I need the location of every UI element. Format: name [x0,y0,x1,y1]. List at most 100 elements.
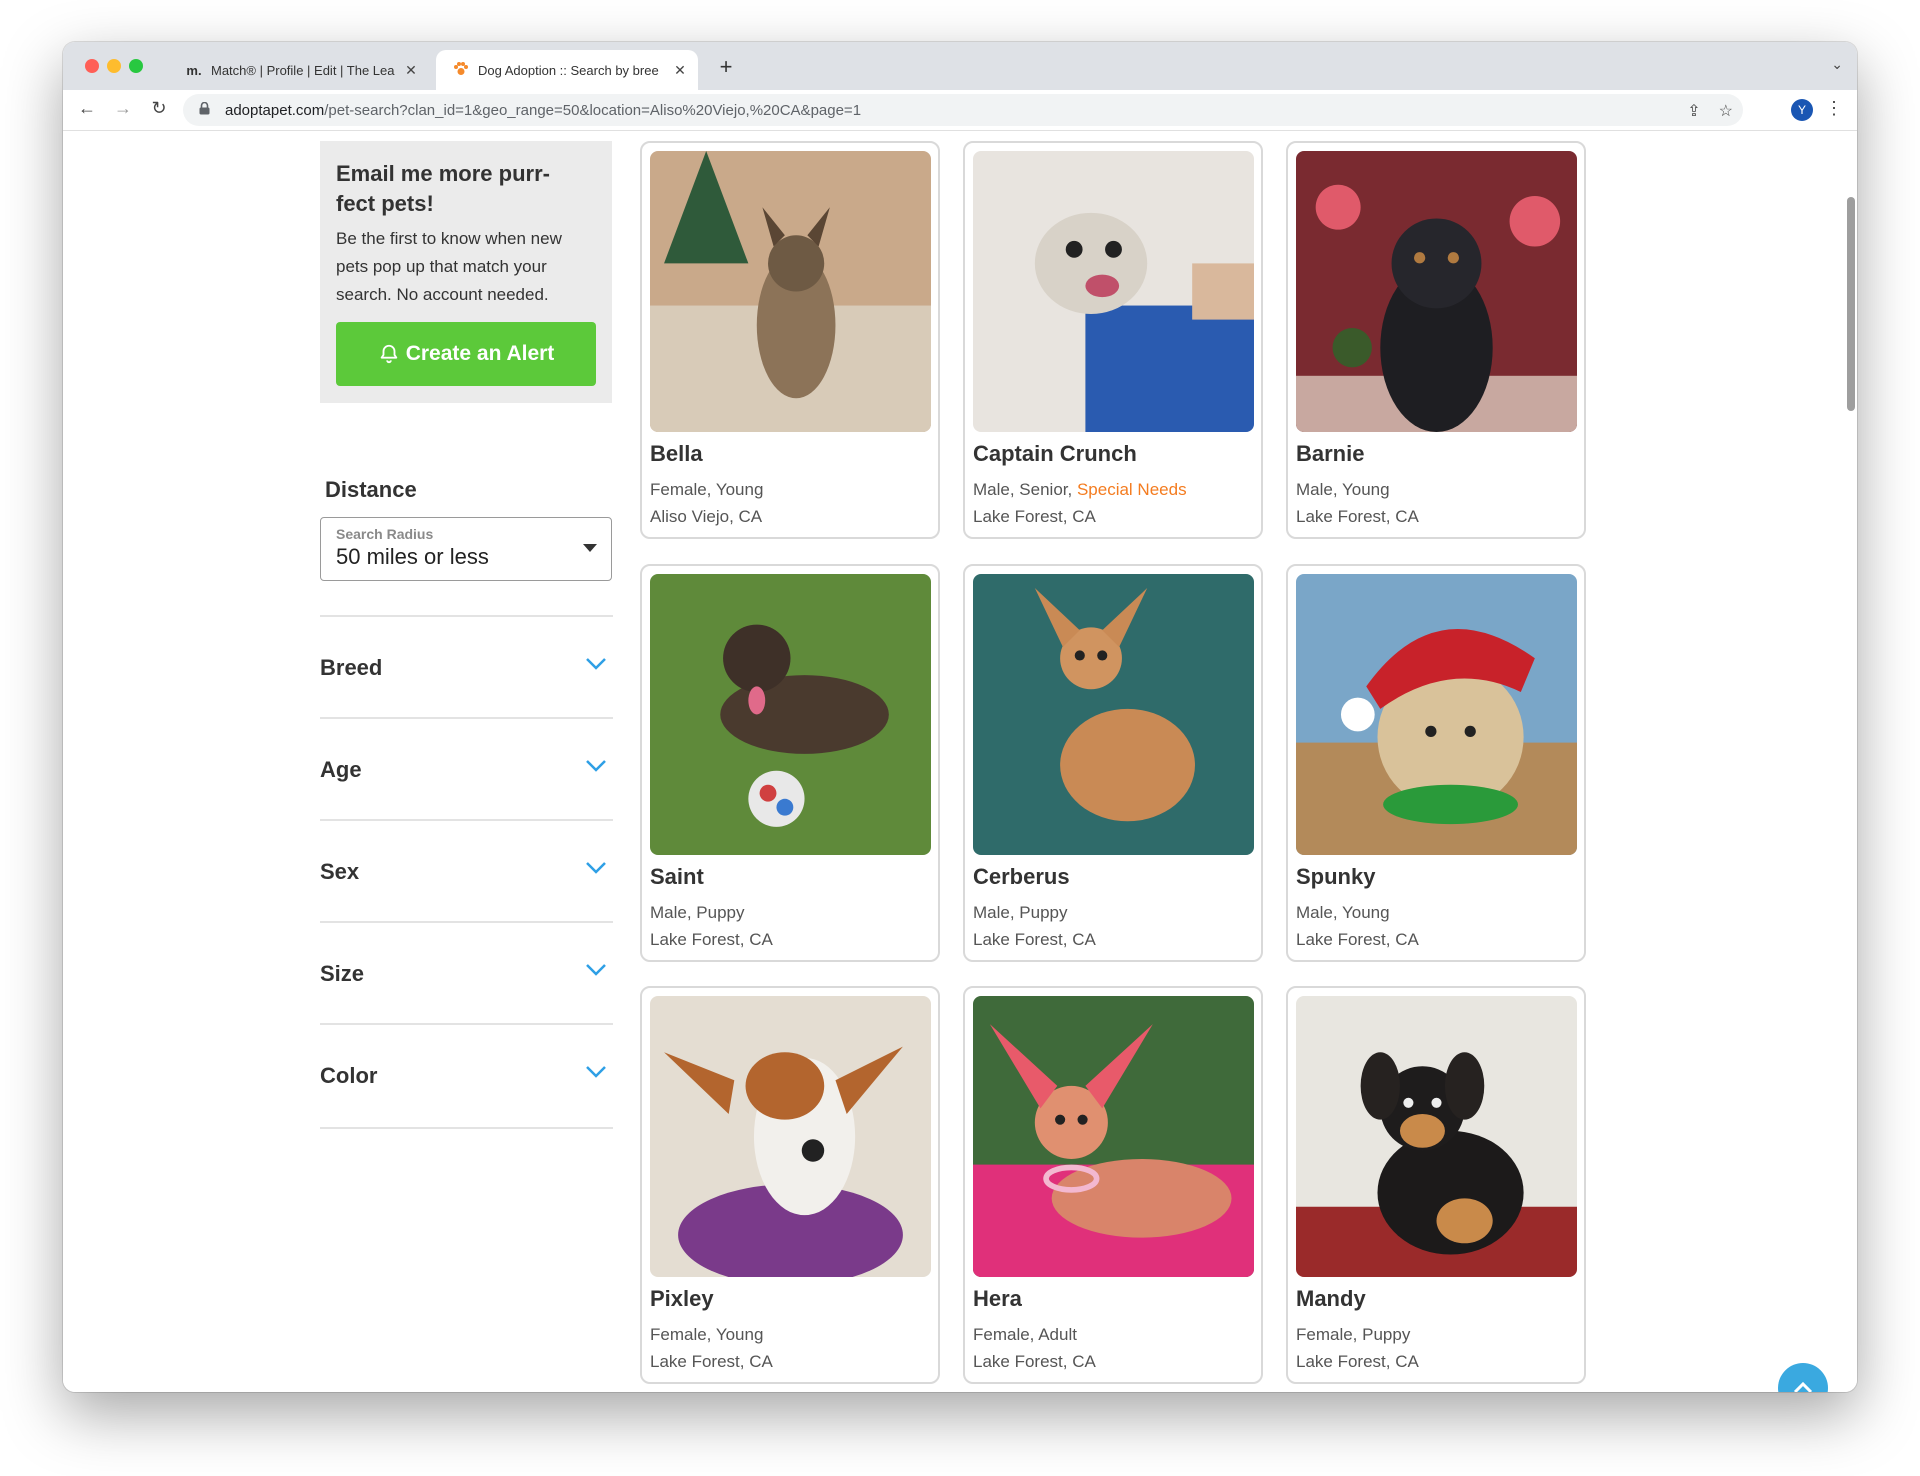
chevron-up-icon [1793,1382,1813,1392]
alert-description: Be the first to know when new pets pop u… [336,229,562,304]
tab-title: Dog Adoption :: Search by bree [478,62,659,78]
filter-label: Sex [320,859,360,884]
pet-attributes: Male, Senior, [973,480,1077,499]
pet-location: Lake Forest, CA [650,1352,773,1371]
tab-match-profile[interactable]: m. Match® | Profile | Edit | The Lea ✕ [169,50,429,90]
new-tab-icon[interactable]: + [713,54,739,80]
pet-info: Female, Adult [973,1325,1077,1345]
pet-name: Saint [650,864,704,889]
filter-label: Size [320,961,365,986]
browser-window: m. Match® | Profile | Edit | The Lea ✕ D… [63,42,1857,1392]
pet-info: Male, Senior, Special Needs [973,480,1187,500]
pet-attributes: Female, Adult [973,1325,1077,1344]
page-content: Email me more purr-fect pets! Be the fir… [63,131,1857,1392]
share-icon[interactable]: ⇪ [1687,101,1700,121]
forward-arrow-icon[interactable]: → [111,98,135,119]
address-bar[interactable]: adoptapet.com/pet-search?clan_id=1&geo_r… [183,94,1743,126]
pet-location: Lake Forest, CA [973,507,1096,526]
scroll-to-top-button[interactable] [1778,1363,1828,1392]
pet-attributes: Male, Puppy [650,903,745,922]
pet-info: Male, Young [1296,480,1390,500]
pet-card-cerberus[interactable]: Cerberus Male, Puppy Lake Forest, CA [963,564,1263,962]
minimize-window-button[interactable] [107,59,121,73]
pet-photo [973,996,1254,1277]
star-icon[interactable]: ☆ [1719,101,1733,121]
close-tab-icon[interactable]: ✕ [399,62,423,79]
pet-attributes: Male, Young [1296,903,1390,922]
lock-icon [199,101,213,118]
pet-location: Lake Forest, CA [973,1352,1096,1371]
pet-name: Barnie [1296,441,1365,466]
pet-info: Female, Young [650,1325,763,1345]
pet-card-barnie[interactable]: Barnie Male, Young Lake Forest, CA [1286,141,1586,539]
special-needs-link[interactable]: Special Needs [1077,480,1187,499]
pet-photo [973,151,1254,432]
pet-card-spunky[interactable]: Spunky Male, Young Lake Forest, CA [1286,564,1586,962]
filter-breed[interactable]: Breed [320,615,613,719]
pet-photo [650,574,931,855]
close-window-button[interactable] [85,59,99,73]
maximize-window-button[interactable] [129,59,143,73]
more-options-icon[interactable]: ⋮ [1825,98,1843,119]
url-path: /pet-search?clan_id=1&geo_range=50&locat… [324,101,862,119]
pet-location: Lake Forest, CA [973,930,1096,949]
paw-icon [452,61,470,80]
filter-sex[interactable]: Sex [320,819,613,923]
email-alert-box: Email me more purr-fect pets! Be the fir… [320,141,612,403]
chevron-down-icon [586,658,606,670]
pet-info: Female, Puppy [1296,1325,1410,1345]
url-domain: adoptapet.com [225,101,325,119]
pet-card-mandy[interactable]: Mandy Female, Puppy Lake Forest, CA [1286,986,1586,1384]
chevron-down-icon[interactable]: ⌄ [1831,56,1843,73]
pet-card-pixley[interactable]: Pixley Female, Young Lake Forest, CA [640,986,940,1384]
scrollbar[interactable] [1847,197,1855,411]
pet-location: Aliso Viejo, CA [650,507,763,526]
pet-photo [1296,574,1577,855]
profile-avatar[interactable]: Y [1791,99,1813,121]
pet-attributes: Female, Young [650,1325,764,1344]
filter-color[interactable]: Color [320,1023,613,1129]
url-text: adoptapet.com/pet-search?clan_id=1&geo_r… [225,102,861,119]
chevron-down-icon [586,760,606,772]
filter-label: Color [320,1063,378,1088]
bell-icon [380,344,397,364]
pet-photo [1296,996,1577,1277]
pet-attributes: Male, Young [1296,480,1390,499]
pet-location: Lake Forest, CA [1296,507,1419,526]
pet-info: Male, Puppy [973,903,1068,923]
pet-info: Male, Puppy [650,903,745,923]
filter-label: Breed [320,655,383,680]
pet-location: Lake Forest, CA [650,930,773,949]
pet-attributes: Female, Young [650,480,764,499]
close-tab-icon[interactable]: ✕ [668,62,692,79]
chevron-down-icon [586,862,606,874]
pet-info: Female, Young [650,480,763,500]
search-radius-select[interactable]: Search Radius 50 miles or less [320,517,612,581]
reload-icon[interactable]: ↻ [147,98,171,119]
pet-info: Male, Young [1296,903,1390,923]
pet-card-bella[interactable]: Bella Female, Young Aliso Viejo, CA [640,141,940,539]
radius-value: 50 miles or less [336,544,489,569]
create-alert-button[interactable]: Create an Alert [336,322,596,386]
pet-card-saint[interactable]: Saint Male, Puppy Lake Forest, CA [640,564,940,962]
pet-photo [1296,151,1577,432]
pet-photo [650,996,931,1277]
tab-dog-adoption[interactable]: Dog Adoption :: Search by bree ✕ [436,50,698,90]
filter-size[interactable]: Size [320,921,613,1025]
caret-down-icon [583,544,597,552]
pet-attributes: Female, Puppy [1296,1325,1411,1344]
back-arrow-icon[interactable]: ← [75,98,99,119]
pet-card-captain-crunch[interactable]: Captain Crunch Male, Senior, Special Nee… [963,141,1263,539]
filter-label: Age [320,757,362,782]
omnibox-actions: ⇪ ☆ [1687,101,1733,121]
pet-name: Spunky [1296,864,1376,889]
create-alert-label: Create an Alert [405,342,555,365]
alert-title: Email me more purr-fect pets! [336,161,550,216]
pet-location: Lake Forest, CA [1296,1352,1419,1371]
pet-card-hera[interactable]: Hera Female, Adult Lake Forest, CA [963,986,1263,1384]
filter-age[interactable]: Age [320,717,613,821]
match-favicon-icon: m. [186,62,202,78]
tab-strip: m. Match® | Profile | Edit | The Lea ✕ D… [63,42,1857,90]
pet-name: Captain Crunch [973,441,1137,466]
pet-name: Hera [973,1286,1022,1311]
